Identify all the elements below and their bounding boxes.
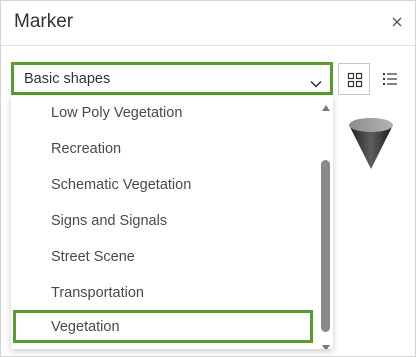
grid-view-button[interactable] bbox=[338, 63, 370, 95]
scrollbar-thumb[interactable] bbox=[321, 160, 330, 332]
style-dropdown-list: Low Poly Vegetation Recreation Schematic… bbox=[11, 96, 333, 349]
style-select[interactable]: Basic shapes bbox=[11, 62, 333, 95]
dropdown-scrollbar[interactable] bbox=[318, 96, 333, 349]
chevron-down-icon bbox=[310, 75, 322, 88]
grid-view-icon bbox=[347, 72, 363, 88]
list-item-label: Signs and Signals bbox=[51, 213, 168, 229]
marker-panel: Marker Basic shapes Low Poly Vegetation … bbox=[0, 0, 416, 357]
list-view-icon bbox=[383, 73, 397, 85]
list-view-button[interactable] bbox=[374, 63, 406, 95]
scroll-down-arrow-icon[interactable] bbox=[322, 338, 330, 349]
scroll-up-arrow-icon[interactable] bbox=[322, 98, 330, 116]
list-item-label: Recreation bbox=[51, 141, 122, 157]
list-item-highlighted[interactable]: Vegetation bbox=[13, 310, 313, 343]
cone-symbol[interactable] bbox=[347, 115, 395, 171]
list-item[interactable]: Recreation bbox=[11, 132, 317, 168]
list-item-label: Street Scene bbox=[51, 249, 135, 265]
list-item-label: Schematic Vegetation bbox=[51, 177, 192, 193]
style-select-value: Basic shapes bbox=[24, 71, 111, 87]
list-item[interactable]: Signs and Signals bbox=[11, 204, 317, 240]
list-item[interactable]: Transportation bbox=[11, 276, 317, 312]
list-item[interactable]: Street Scene bbox=[11, 240, 317, 276]
list-item-label: Vegetation bbox=[51, 319, 120, 335]
list-item-label: Transportation bbox=[51, 285, 144, 301]
panel-title: Marker bbox=[14, 11, 74, 32]
list-item-label: Low Poly Vegetation bbox=[51, 105, 183, 121]
panel-header: Marker bbox=[1, 1, 415, 46]
list-item[interactable]: Low Poly Vegetation bbox=[11, 96, 317, 132]
close-icon[interactable] bbox=[389, 14, 405, 30]
list-item[interactable]: Schematic Vegetation bbox=[11, 168, 317, 204]
